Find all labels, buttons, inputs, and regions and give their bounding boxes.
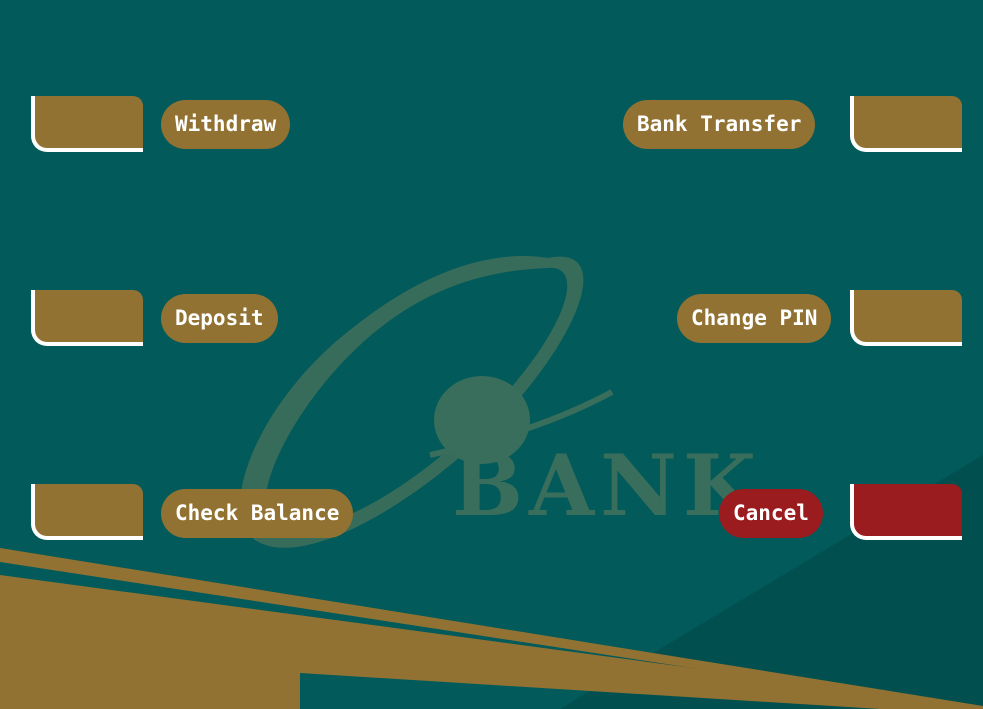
cancel-button[interactable]: Cancel (719, 489, 823, 538)
side-key-left-1[interactable] (31, 96, 143, 152)
background-graphic: BANK (0, 256, 983, 709)
change-pin-button[interactable]: Change PIN (677, 294, 832, 343)
bank-transfer-button[interactable]: Bank Transfer (623, 100, 816, 149)
side-key-left-2[interactable] (31, 290, 143, 346)
side-key-right-2[interactable] (850, 290, 962, 346)
side-key-right-1[interactable] (850, 96, 962, 152)
side-key-left-3[interactable] (31, 484, 143, 540)
logo-text: BANK (452, 436, 762, 535)
withdraw-button[interactable]: Withdraw (161, 100, 291, 149)
side-key-right-3[interactable] (850, 484, 962, 540)
check-balance-button[interactable]: Check Balance (161, 489, 354, 538)
deposit-button[interactable]: Deposit (161, 294, 278, 343)
